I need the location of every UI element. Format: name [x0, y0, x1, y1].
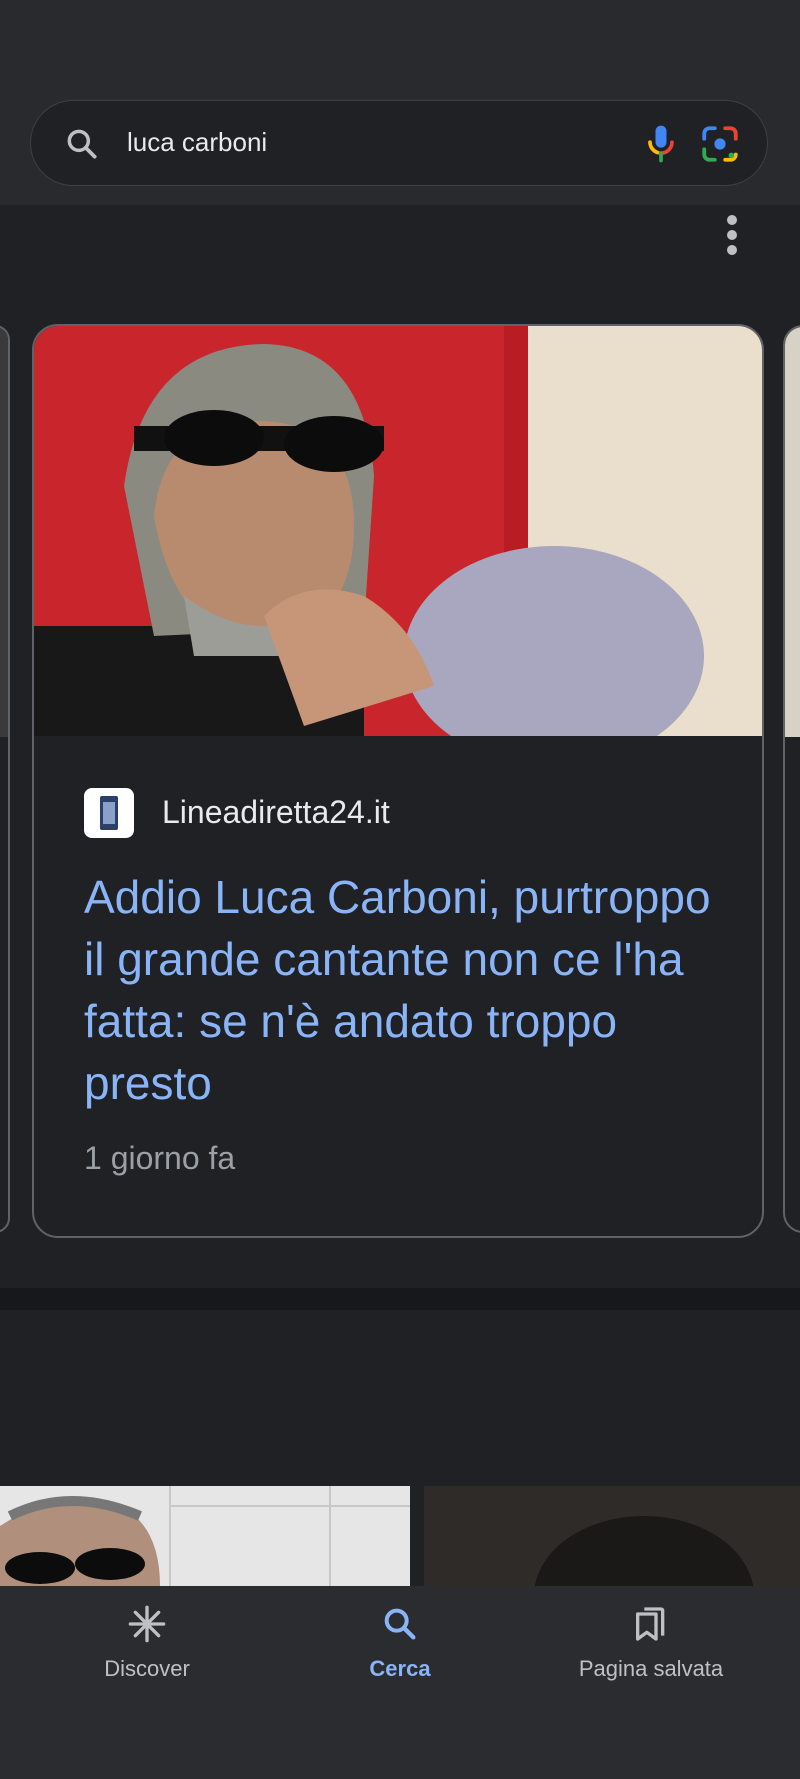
article-headline[interactable]: Addio Luca Carboni, purtroppo il grande …	[84, 866, 724, 1114]
discover-asterisk-icon	[128, 1605, 166, 1643]
search-icon	[384, 1608, 416, 1640]
article-timestamp: 1 giorno fa	[84, 1140, 236, 1176]
saved-pages-icon	[636, 1607, 665, 1641]
image-result-thumbnail[interactable]	[0, 1486, 410, 1586]
nav-discover-label: Discover	[104, 1656, 190, 1681]
bottom-navigation: Discover Cerca Pagina salvata	[0, 1586, 800, 1779]
search-bar[interactable]: luca carboni	[30, 100, 768, 186]
microphone-icon[interactable]	[639, 121, 683, 167]
next-news-card[interactable]	[783, 325, 800, 1233]
nav-search[interactable]: Cerca	[290, 1604, 510, 1704]
news-image	[34, 326, 762, 736]
source-name: Lineadiretta24.it	[162, 794, 390, 830]
section-divider	[0, 1288, 800, 1310]
search-icon[interactable]	[63, 125, 101, 163]
source-favicon	[84, 788, 134, 838]
previous-news-card[interactable]	[0, 325, 10, 1233]
nav-saved-pages-label: Pagina salvata	[578, 1656, 724, 1681]
news-card[interactable]: Lineadiretta24.it Addio Luca Carboni, pu…	[32, 324, 764, 1238]
article-photo	[34, 326, 762, 736]
nav-discover[interactable]: Discover	[37, 1604, 257, 1704]
nav-search-label: Cerca	[369, 1656, 431, 1681]
image-result-thumbnail[interactable]	[424, 1486, 800, 1586]
search-header: luca carboni	[0, 0, 800, 205]
search-query-text[interactable]: luca carboni	[127, 127, 267, 158]
nav-saved-pages[interactable]: Pagina salvata	[541, 1604, 761, 1704]
google-lens-icon[interactable]	[699, 123, 741, 165]
more-vert-icon[interactable]	[718, 210, 746, 260]
